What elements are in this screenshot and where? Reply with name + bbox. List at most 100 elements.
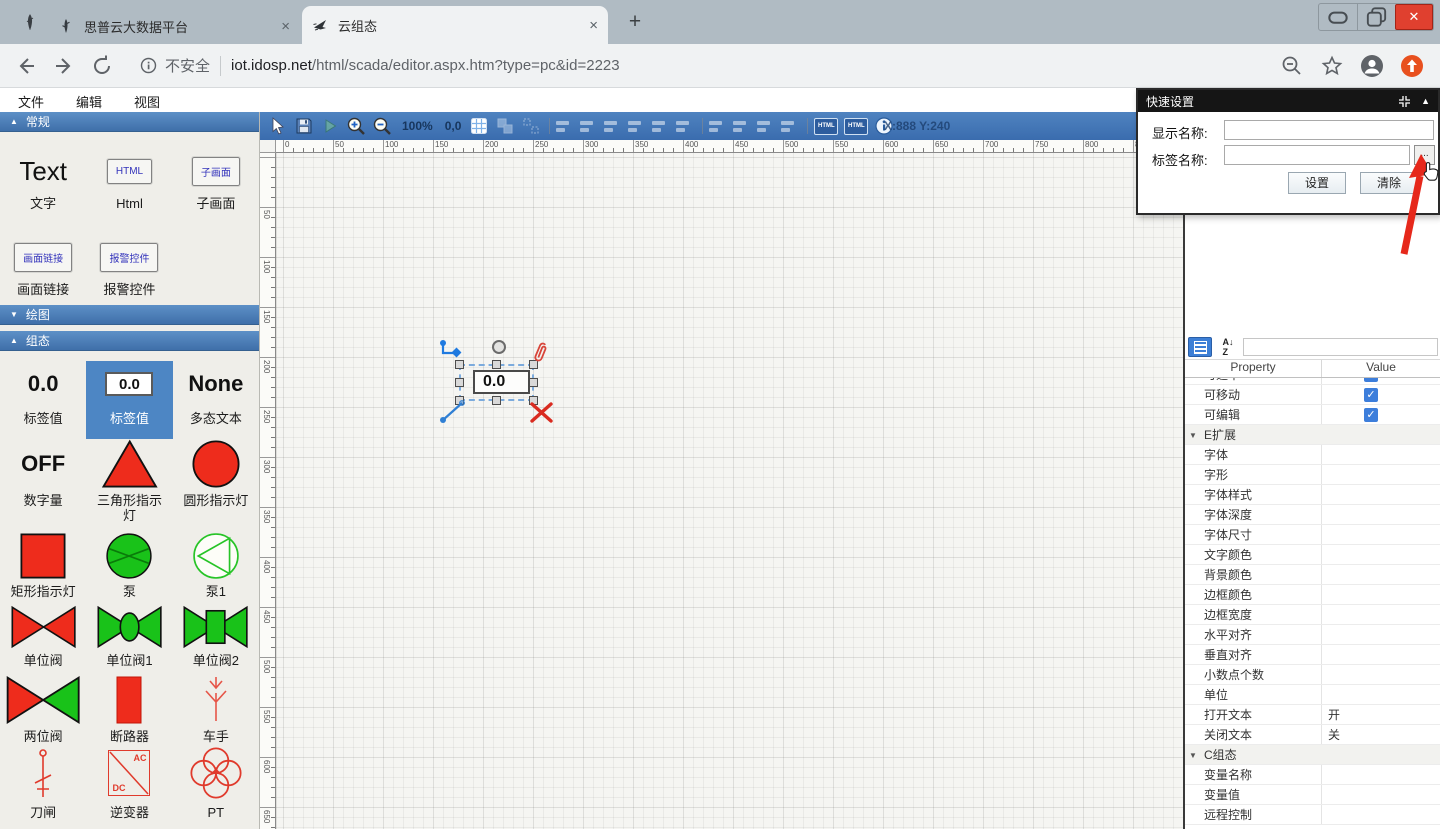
scada-item-单位阀1[interactable]: 单位阀1 bbox=[86, 605, 172, 675]
palette-item-文字[interactable]: Text文字 bbox=[0, 150, 86, 236]
scada-item-泵1[interactable]: 泵1 bbox=[173, 532, 259, 605]
scada-item-车手[interactable]: 车手 bbox=[173, 675, 259, 745]
category-collapse-icon[interactable]: ▼ bbox=[1189, 751, 1197, 760]
property-row-字体尺寸[interactable]: 字体尺寸 bbox=[1185, 525, 1440, 545]
sort-az-icon[interactable]: A↓Z bbox=[1217, 337, 1239, 357]
save-icon[interactable] bbox=[294, 116, 314, 136]
property-row-关闭文本[interactable]: 关闭文本关 bbox=[1185, 725, 1440, 745]
category-collapse-icon[interactable]: ▼ bbox=[1189, 431, 1197, 440]
property-row-水平对齐[interactable]: 水平对齐 bbox=[1185, 625, 1440, 645]
align-right-icon[interactable] bbox=[604, 118, 620, 134]
close-button[interactable]: ✕ bbox=[1395, 4, 1433, 30]
menu-item-文件[interactable]: 文件 bbox=[18, 88, 58, 112]
scada-item-标签值[interactable]: 0.0标签值 bbox=[0, 361, 86, 439]
site-info-icon[interactable] bbox=[140, 57, 157, 74]
quick-settings-titlebar[interactable]: 快速设置 ▲ bbox=[1138, 90, 1438, 112]
property-row-变量名称[interactable]: 变量名称 bbox=[1185, 765, 1440, 785]
property-row-文字颜色[interactable]: 文字颜色 bbox=[1185, 545, 1440, 565]
minimize-button[interactable] bbox=[1319, 4, 1357, 30]
bookmark-star-icon[interactable] bbox=[1320, 54, 1344, 78]
property-row-字体样式[interactable]: 字体样式 bbox=[1185, 485, 1440, 505]
property-row-字形[interactable]: 字形 bbox=[1185, 465, 1440, 485]
property-row-边框颜色[interactable]: 边框颜色 bbox=[1185, 585, 1440, 605]
property-row-垂直对齐[interactable]: 垂直对齐 bbox=[1185, 645, 1440, 665]
align-middle-icon[interactable] bbox=[652, 118, 668, 134]
property-row-远程控制[interactable]: 远程控制 bbox=[1185, 805, 1440, 825]
scada-item-单位阀2[interactable]: 单位阀2 bbox=[173, 605, 259, 675]
property-filter-box[interactable] bbox=[1243, 338, 1438, 356]
profile-avatar[interactable] bbox=[1360, 54, 1384, 78]
distribute-v-icon[interactable] bbox=[733, 118, 749, 134]
property-category-C组态[interactable]: ▼C组态 bbox=[1185, 745, 1440, 765]
new-tab-button[interactable]: + bbox=[622, 10, 648, 36]
line-tool-icon[interactable] bbox=[437, 397, 467, 425]
zoom-out-page-icon[interactable] bbox=[1280, 54, 1304, 78]
rotate-handle[interactable] bbox=[492, 340, 506, 354]
html-widget-icon[interactable]: HTML bbox=[814, 118, 838, 135]
scada-item-三角形指示灯[interactable]: 三角形指示灯 bbox=[86, 439, 172, 532]
checkbox-checked-icon[interactable]: ✓ bbox=[1364, 408, 1378, 422]
tab-inactive[interactable]: 思普云大数据平台× bbox=[48, 8, 300, 44]
property-row-单位[interactable]: 单位 bbox=[1185, 685, 1440, 705]
browser-update-icon[interactable] bbox=[1400, 54, 1424, 78]
cursor-icon[interactable] bbox=[268, 116, 288, 136]
scada-item-断路器[interactable]: 断路器 bbox=[86, 675, 172, 745]
section-header-general[interactable]: ▲ 常规 bbox=[0, 112, 259, 132]
property-row-可编辑[interactable]: 可编辑✓ bbox=[1185, 405, 1440, 425]
resize-handle[interactable] bbox=[455, 378, 464, 387]
browse-tags-button[interactable]: ... bbox=[1414, 145, 1435, 165]
scada-item-标签值[interactable]: 0.0标签值 bbox=[86, 361, 172, 439]
tab-active[interactable]: 云组态× bbox=[302, 6, 608, 44]
scada-item-两位阀[interactable]: 两位阀 bbox=[0, 675, 86, 745]
section-header-scada[interactable]: ▲ 组态 bbox=[0, 331, 259, 351]
property-category-E扩展[interactable]: ▼E扩展 bbox=[1185, 425, 1440, 445]
design-canvas[interactable] bbox=[276, 153, 1183, 829]
zoom-out-icon[interactable] bbox=[372, 116, 392, 136]
scada-item-数字量[interactable]: OFF数字量 bbox=[0, 439, 86, 532]
resize-handle[interactable] bbox=[492, 360, 501, 369]
property-row-背景颜色[interactable]: 背景颜色 bbox=[1185, 565, 1440, 585]
attachment-paperclip-icon[interactable] bbox=[530, 340, 552, 368]
canvas-settings-icon[interactable] bbox=[469, 116, 489, 136]
collapse-panel-icon[interactable]: ▲ bbox=[1421, 96, 1430, 106]
checkbox-checked-icon[interactable]: ✓ bbox=[1364, 378, 1378, 382]
scada-item-刀闸[interactable]: 刀闸 bbox=[0, 745, 86, 825]
property-row-变量值[interactable]: 变量值 bbox=[1185, 785, 1440, 805]
html-widget-icon[interactable]: HTML bbox=[844, 118, 868, 135]
delete-x-icon[interactable] bbox=[529, 401, 554, 424]
checkbox-checked-icon[interactable]: ✓ bbox=[1364, 388, 1378, 402]
display-name-input[interactable] bbox=[1224, 120, 1434, 140]
categorized-view-icon[interactable] bbox=[1188, 337, 1212, 357]
align-center-icon[interactable] bbox=[580, 118, 596, 134]
address-bar[interactable]: 不安全 iot.idosp.net/html/scada/editor.aspx… bbox=[140, 55, 620, 76]
browser-menu-icon[interactable] bbox=[22, 14, 38, 30]
resize-handle[interactable] bbox=[529, 378, 538, 387]
resize-handle[interactable] bbox=[492, 396, 501, 405]
palette-item-子画面[interactable]: 子画面子画面 bbox=[173, 150, 259, 236]
property-row-字体深度[interactable]: 字体深度 bbox=[1185, 505, 1440, 525]
canvas-element-label-value[interactable]: 0.0 bbox=[473, 370, 530, 394]
property-row-可选中[interactable]: 可选中✓ bbox=[1185, 378, 1440, 385]
restore-button[interactable] bbox=[1357, 4, 1395, 30]
align-bottom-icon[interactable] bbox=[676, 118, 692, 134]
property-row-边框宽度[interactable]: 边框宽度 bbox=[1185, 605, 1440, 625]
back-icon[interactable] bbox=[14, 54, 38, 78]
set-button[interactable]: 设置 bbox=[1288, 172, 1346, 194]
palette-item-报警控件[interactable]: 报警控件报警控件 bbox=[86, 236, 172, 322]
reload-icon[interactable] bbox=[90, 54, 114, 78]
distribute-h-icon[interactable] bbox=[709, 118, 725, 134]
align-left-icon[interactable] bbox=[556, 118, 572, 134]
connector-tool-icon[interactable] bbox=[438, 338, 464, 364]
tab-close-icon[interactable]: × bbox=[281, 18, 290, 35]
scada-item-PT[interactable]: PT bbox=[173, 745, 259, 825]
scada-item-多态文本[interactable]: None多态文本 bbox=[173, 361, 259, 439]
scada-item-泵[interactable]: 泵 bbox=[86, 532, 172, 605]
dock-icon[interactable] bbox=[1398, 95, 1411, 108]
forward-icon[interactable] bbox=[52, 54, 76, 78]
tag-name-input[interactable] bbox=[1224, 145, 1410, 165]
align-top-icon[interactable] bbox=[628, 118, 644, 134]
property-row-字体[interactable]: 字体 bbox=[1185, 445, 1440, 465]
scada-item-单位阀[interactable]: 单位阀 bbox=[0, 605, 86, 675]
menu-item-编辑[interactable]: 编辑 bbox=[76, 88, 116, 112]
scada-item-逆变器[interactable]: ACDC逆变器 bbox=[86, 745, 172, 825]
